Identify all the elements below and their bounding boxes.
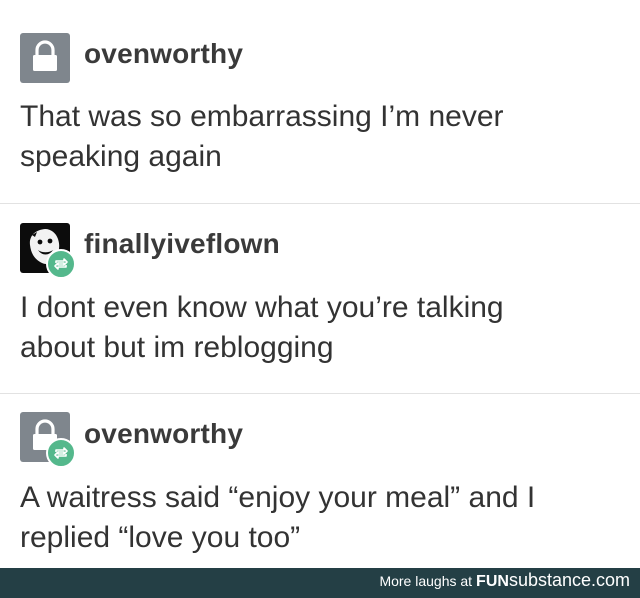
- username[interactable]: ovenworthy: [84, 38, 243, 70]
- watermark-brand-bold: FUN: [476, 573, 509, 590]
- post-text-line: I dont even know what you’re talking: [20, 291, 504, 324]
- watermark-brand-rest: substance.com: [508, 570, 630, 590]
- avatar[interactable]: [20, 412, 76, 468]
- watermark-bar: More laughs at FUN substance.com: [0, 568, 640, 598]
- post-1: ovenworthy That was so embarrassing I’m …: [0, 0, 640, 204]
- avatar-lock: [20, 33, 70, 83]
- post-text-line: about but im reblogging: [20, 331, 334, 364]
- watermark-prefix: More laughs at: [379, 573, 473, 589]
- lock-icon: [33, 40, 57, 71]
- avatar[interactable]: [20, 223, 76, 279]
- reblog-icon: [46, 438, 76, 468]
- post-2: finallyiveflown I dont even know what yo…: [0, 204, 640, 394]
- post-text: A waitress said “enjoy your meal” and I …: [20, 478, 620, 558]
- post-text-line: speaking again: [20, 140, 222, 173]
- watermark[interactable]: More laughs at FUN substance.com: [379, 570, 630, 591]
- username[interactable]: ovenworthy: [84, 418, 243, 450]
- reblog-icon: [46, 249, 76, 279]
- post-text-line: replied “love you too”: [20, 521, 301, 554]
- post-3: ovenworthy A waitress said “enjoy your m…: [0, 394, 640, 568]
- post-text-line: That was so embarrassing I’m never: [20, 100, 504, 133]
- post-text: That was so embarrassing I’m never speak…: [20, 97, 620, 177]
- post-text: I dont even know what you’re talking abo…: [20, 288, 620, 368]
- post-text-line: A waitress said “enjoy your meal” and I: [20, 481, 536, 514]
- username[interactable]: finallyiveflown: [84, 228, 280, 260]
- avatar[interactable]: [20, 33, 70, 83]
